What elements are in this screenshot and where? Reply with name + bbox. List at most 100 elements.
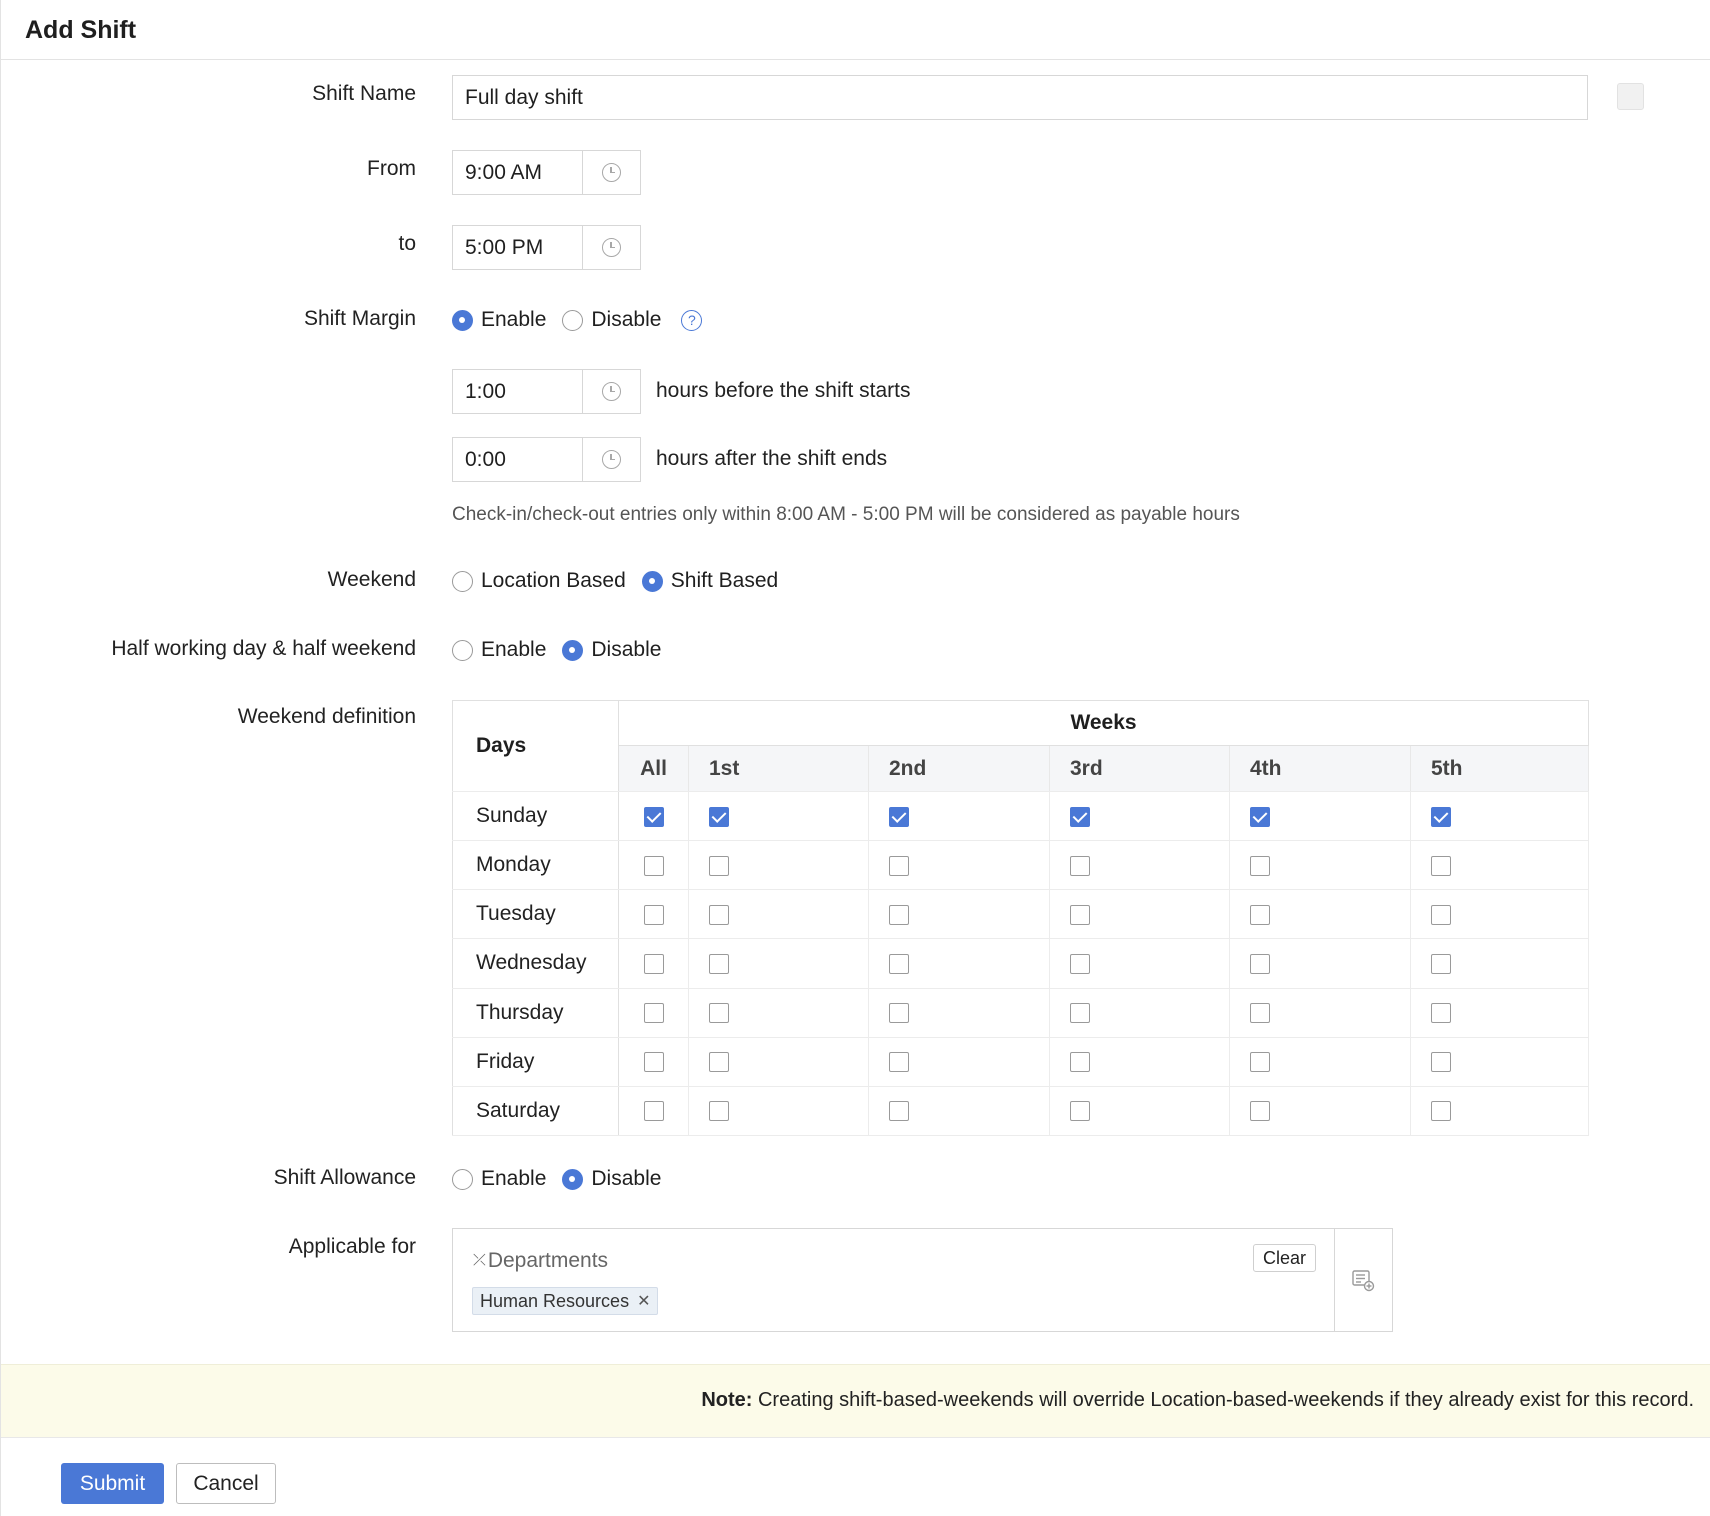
weekend-checkbox[interactable] bbox=[1431, 806, 1451, 827]
submit-button[interactable]: Submit bbox=[61, 1463, 164, 1504]
weekend-checkbox[interactable] bbox=[709, 1052, 729, 1073]
margin-after-field[interactable]: 0:00 bbox=[452, 437, 641, 482]
weekend-checkbox[interactable] bbox=[1070, 953, 1090, 974]
from-time-value[interactable]: 9:00 AM bbox=[453, 151, 582, 194]
day-label: Thursday bbox=[452, 988, 619, 1038]
color-picker-box[interactable] bbox=[1617, 83, 1644, 110]
clock-icon bbox=[602, 163, 621, 182]
weekend-checkbox[interactable] bbox=[1431, 953, 1451, 974]
half-day-label: Half working day & half weekend bbox=[111, 637, 416, 660]
weekend-checkbox[interactable] bbox=[1431, 1003, 1451, 1024]
radio-label: Enable bbox=[481, 1167, 547, 1190]
week-column-label: 2nd bbox=[889, 756, 927, 780]
radio-label: Disable bbox=[591, 308, 662, 331]
weekend-checkbox[interactable] bbox=[709, 1003, 729, 1024]
radio-dot bbox=[562, 309, 584, 331]
checkbox-cell bbox=[868, 840, 1050, 891]
weekend-checkbox[interactable] bbox=[1431, 1052, 1451, 1073]
checkbox-cell bbox=[1229, 791, 1411, 842]
weekend-checkbox[interactable] bbox=[1070, 1052, 1090, 1073]
from-clock-button[interactable] bbox=[582, 151, 640, 194]
weekend-checkbox[interactable] bbox=[643, 904, 664, 925]
checkbox-cell bbox=[868, 889, 1050, 940]
to-clock-button[interactable] bbox=[582, 226, 640, 269]
weekend-checkbox[interactable] bbox=[1431, 855, 1451, 876]
radio-dot bbox=[562, 639, 584, 661]
table-row: Friday bbox=[452, 1037, 1590, 1087]
to-time-field[interactable]: 5:00 PM bbox=[452, 225, 641, 270]
weekend-checkbox[interactable] bbox=[643, 1052, 664, 1073]
radio-label: Location Based bbox=[481, 569, 626, 592]
weekend-checkbox[interactable] bbox=[709, 953, 729, 974]
weekend-checkbox[interactable] bbox=[1070, 904, 1090, 925]
weekend-checkbox[interactable] bbox=[643, 1003, 664, 1024]
shift-margin-enable-radio[interactable]: Enable bbox=[452, 308, 546, 332]
applicable-selection-area[interactable]: ⤫ Departments Clear Human Resources ✕ bbox=[453, 1229, 1335, 1331]
weekend-definition-table: Days Weeks All 1st 2nd 3rd 4th 5th Sunday Mond… bbox=[452, 700, 1590, 1137]
note-prefix: Note: bbox=[701, 1389, 753, 1411]
clear-button[interactable]: Clear bbox=[1252, 1244, 1316, 1272]
half-day-disable-radio[interactable]: Disable bbox=[562, 638, 661, 662]
half-day-enable-radio[interactable]: Enable bbox=[452, 638, 546, 662]
remove-tag-icon[interactable]: ✕ bbox=[637, 1291, 650, 1311]
weekend-checkbox[interactable] bbox=[889, 855, 909, 876]
checkbox-cell bbox=[1229, 938, 1411, 989]
margin-before-value[interactable]: 1:00 bbox=[453, 370, 582, 413]
weekend-checkbox[interactable] bbox=[1250, 855, 1270, 876]
weekend-checkbox[interactable] bbox=[889, 806, 909, 827]
weekend-checkbox[interactable] bbox=[1070, 1003, 1090, 1024]
weekend-checkbox[interactable] bbox=[889, 953, 909, 974]
from-time-field[interactable]: 9:00 AM bbox=[452, 150, 641, 195]
shift-allowance-radio-group: Enable Disable bbox=[452, 1167, 677, 1191]
shift-allowance-enable-radio[interactable]: Enable bbox=[452, 1167, 546, 1191]
weekend-checkbox[interactable] bbox=[709, 855, 729, 876]
to-label: to bbox=[398, 232, 416, 255]
weekend-checkbox[interactable] bbox=[709, 1101, 729, 1122]
weekend-checkbox[interactable] bbox=[1250, 953, 1270, 974]
checkbox-cell bbox=[618, 1037, 689, 1087]
weekend-checkbox[interactable] bbox=[1250, 1052, 1270, 1073]
margin-after-clock-button[interactable] bbox=[582, 438, 640, 481]
checkbox-cell bbox=[1049, 889, 1230, 940]
weekend-checkbox[interactable] bbox=[889, 1101, 909, 1122]
weekend-checkbox[interactable] bbox=[643, 953, 664, 974]
weekend-checkbox[interactable] bbox=[643, 855, 664, 876]
weekend-checkbox[interactable] bbox=[889, 1003, 909, 1024]
weekend-checkbox[interactable] bbox=[889, 904, 909, 925]
departments-group[interactable]: ⤫ Departments bbox=[473, 1249, 608, 1273]
margin-before-clock-button[interactable] bbox=[582, 370, 640, 413]
weekend-checkbox[interactable] bbox=[1250, 1003, 1270, 1024]
applicable-for-label: Applicable for bbox=[288, 1235, 416, 1258]
add-list-button[interactable] bbox=[1334, 1229, 1392, 1331]
weekend-checkbox[interactable] bbox=[1070, 806, 1090, 827]
weekend-checkbox[interactable] bbox=[643, 1101, 664, 1122]
shift-allowance-disable-radio[interactable]: Disable bbox=[562, 1167, 661, 1191]
checkbox-cell bbox=[688, 1037, 869, 1087]
weekend-checkbox[interactable] bbox=[1431, 904, 1451, 925]
to-time-value[interactable]: 5:00 PM bbox=[453, 226, 582, 269]
weekend-label: Weekend bbox=[327, 568, 416, 591]
week-column-header: 4th bbox=[1229, 745, 1411, 792]
page-title: Add Shift bbox=[25, 16, 137, 44]
weekend-checkbox[interactable] bbox=[889, 1052, 909, 1073]
weekend-checkbox[interactable] bbox=[643, 806, 664, 827]
weekend-checkbox[interactable] bbox=[709, 904, 729, 925]
cancel-button[interactable]: Cancel bbox=[176, 1463, 276, 1504]
checkbox-cell bbox=[868, 1086, 1050, 1137]
weekend-checkbox[interactable] bbox=[1250, 904, 1270, 925]
weekend-location-based-radio[interactable]: Location Based bbox=[452, 569, 626, 593]
weekend-checkbox[interactable] bbox=[1431, 1101, 1451, 1122]
weekend-checkbox[interactable] bbox=[1070, 1101, 1090, 1122]
weekend-checkbox[interactable] bbox=[1250, 806, 1270, 827]
margin-after-value[interactable]: 0:00 bbox=[453, 438, 582, 481]
weekend-checkbox[interactable] bbox=[1070, 855, 1090, 876]
weekend-checkbox[interactable] bbox=[709, 806, 729, 827]
margin-before-field[interactable]: 1:00 bbox=[452, 369, 641, 414]
shift-margin-disable-radio[interactable]: Disable bbox=[562, 308, 661, 332]
day-label: Tuesday bbox=[452, 889, 619, 940]
weekend-shift-based-radio[interactable]: Shift Based bbox=[641, 569, 778, 593]
collapse-icon[interactable]: ⤫ bbox=[473, 1252, 486, 1270]
weekend-checkbox[interactable] bbox=[1250, 1101, 1270, 1122]
shift-name-input[interactable]: Full day shift bbox=[452, 75, 1588, 120]
question-icon[interactable]: ? bbox=[681, 309, 703, 331]
